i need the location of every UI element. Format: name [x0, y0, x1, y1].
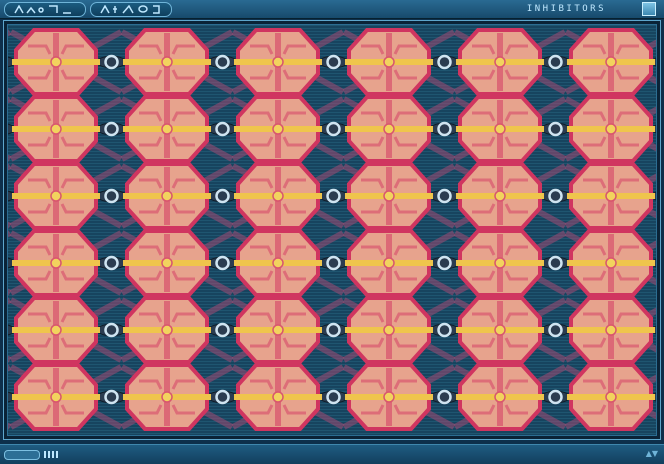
inhibitor-tile: [567, 296, 655, 364]
inhibitor-tile: [456, 296, 544, 364]
scroll-arrows-icon[interactable]: ▲▼: [646, 449, 658, 459]
inhibitor-tile: [345, 229, 433, 297]
inhibitor-tile: [567, 229, 655, 297]
inhibitor-tile: [567, 28, 655, 96]
status-bar: ▲▼: [0, 444, 664, 464]
meter-tick: [52, 451, 54, 458]
inhibitor-tile: [567, 363, 655, 431]
inhibitor-tile: [234, 95, 322, 163]
title-bar: INHIBITORS: [0, 0, 664, 19]
pattern-frame: [3, 20, 661, 440]
glyph-button-right[interactable]: [90, 2, 172, 17]
inhibitor-tile: [234, 162, 322, 230]
square-button-icon[interactable]: [642, 2, 656, 16]
inhibitor-tile: [456, 229, 544, 297]
meter-tick: [48, 451, 50, 458]
inhibitor-tile: [345, 95, 433, 163]
inhibitor-tile: [345, 363, 433, 431]
inhibitor-tile: [456, 28, 544, 96]
glyph-button-left[interactable]: [4, 2, 86, 17]
inhibitor-tile: [12, 162, 100, 230]
inhibitor-tile: [234, 28, 322, 96]
inhibitor-tile: [12, 296, 100, 364]
inhibitor-tile: [567, 162, 655, 230]
inhibitor-tile: [12, 229, 100, 297]
inhibitor-tile: [345, 162, 433, 230]
inhibitor-tile: [123, 28, 211, 96]
inhibitor-tile: [12, 28, 100, 96]
meter-tick: [44, 451, 46, 458]
inhibitor-tile: [456, 95, 544, 163]
alien-glyph-icon: [14, 5, 71, 14]
signal-meter: [44, 451, 58, 458]
pattern-area: [7, 24, 657, 436]
inhibitor-tile: [123, 229, 211, 297]
inhibitor-tile: [12, 363, 100, 431]
inhibitor-tile: [567, 95, 655, 163]
inhibitor-tile: [345, 28, 433, 96]
inhibitor-tile: [234, 229, 322, 297]
inhibitor-tile: [345, 296, 433, 364]
inhibitor-tile: [123, 95, 211, 163]
window-title: INHIBITORS: [526, 4, 606, 14]
status-pill[interactable]: [4, 450, 40, 460]
window: INHIBITORS ▲▼: [0, 0, 664, 464]
inhibitor-tile: [234, 296, 322, 364]
inhibitor-tile: [456, 363, 544, 431]
inhibitor-pattern: [8, 25, 656, 435]
alien-glyph-icon: [100, 5, 160, 14]
inhibitor-tile: [123, 162, 211, 230]
inhibitor-tile: [123, 363, 211, 431]
inhibitor-tile: [123, 296, 211, 364]
meter-tick: [56, 451, 58, 458]
inhibitor-tile: [234, 363, 322, 431]
inhibitor-tile: [12, 95, 100, 163]
inhibitor-tile: [456, 162, 544, 230]
